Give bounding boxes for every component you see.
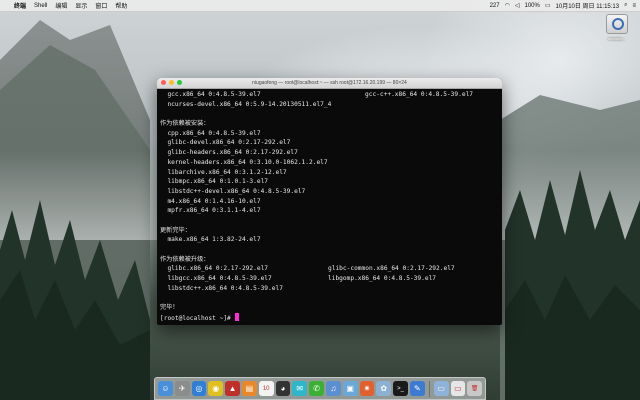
finder-icon[interactable]: ☺: [158, 381, 173, 396]
terminal-icon[interactable]: >_: [393, 381, 408, 396]
terminal-line-text: libgcc.x86_64 0:4.8.5-39.el7: [160, 275, 272, 283]
preview-icon[interactable]: ▣: [342, 381, 358, 396]
terminal-line-text-col2: libgomp.x86_64 0:4.8.5-39.el7: [328, 275, 437, 283]
documents-icon[interactable]: ▭: [450, 381, 466, 396]
qq-icon[interactable]: ◕: [275, 381, 291, 396]
wechat-icon[interactable]: ✆: [309, 381, 324, 396]
safari-icon[interactable]: ◎: [191, 381, 207, 396]
menu-item-help[interactable]: 帮助: [115, 1, 127, 10]
terminal-line: libstdc++-devel.x86_64 0:4.8.5-39.el7: [160, 187, 499, 197]
terminal-line: [root@localhost ~]#: [160, 312, 499, 323]
terminal-line-text: glibc.x86_64 0:2.17-292.el7: [160, 265, 269, 273]
terminal-line-text: gcc.x86_64 0:4.8.5-39.el7: [160, 91, 261, 98]
menu-item-window[interactable]: 窗口: [95, 1, 107, 10]
menu-bar: 终端 Shell 编辑 显示 窗口 帮助 227 ◠ ◁ 100% ▭ 10月1…: [0, 0, 640, 12]
volume-icon[interactable]: ◁: [515, 2, 520, 9]
desktop-drive[interactable]: snowleo...: [602, 14, 632, 41]
terminal-line-text: ncurses-devel.x86_64 0:5.9-14.20130511.e…: [160, 100, 332, 108]
terminal-line-text: libmpc.x86_64 0:1.0.1-3.el7: [160, 178, 269, 186]
dock: ☺ ✈ ◎ ◉ ▲ ▤ 10 ◕ ✉ ✆ ♫ ▣ ✷ ✿ >_ ✎ ▭ ▭ 🗑: [154, 377, 486, 400]
memory-status[interactable]: 227: [490, 3, 500, 9]
spotlight-icon[interactable]: ⌕: [624, 2, 627, 9]
terminal-line: libgcc.x86_64 0:4.8.5-39.el7 libgomp.x86_…: [160, 274, 499, 284]
terminal-line: libstdc++.x86_64 0:4.8.5-39.el7: [160, 284, 499, 294]
terminal-line: mpfr.x86_64 0:3.1.1-4.el7: [160, 206, 499, 216]
terminal-line-text: glibc-headers.x86_64 0:2.17-292.el7: [160, 149, 298, 157]
terminal-line: 作为依赖被安装：: [160, 119, 499, 129]
terminal-line-text: 完毕！: [160, 304, 179, 312]
terminal-line-text: cpp.x86_64 0:4.8.5-39.el7: [160, 129, 261, 137]
terminal-line-text: 作为依赖被升级：: [160, 255, 210, 263]
terminal-line-text: make.x86_64 1:3.82-24.el7: [160, 236, 261, 244]
terminal-line-text: kernel-headers.x86_64 0:3.10.0-1062.1.2.…: [160, 158, 328, 166]
terminal-line-text-col2: glibc-common.x86_64 0:2.17-292.el7: [328, 265, 455, 273]
xcode-icon[interactable]: ✎: [409, 381, 425, 396]
terminal-line: glibc-headers.x86_64 0:2.17-292.el7: [160, 148, 499, 158]
drive-label: snowleo...: [607, 36, 626, 41]
launchpad-icon[interactable]: ✈: [174, 381, 190, 396]
trash-icon[interactable]: 🗑: [467, 381, 483, 396]
terminal-line-text: 作为依赖被安装：: [160, 120, 210, 128]
terminal-line: 完毕！: [160, 303, 499, 313]
terminal-line-text: 更新完毕：: [160, 226, 191, 234]
terminal-line-text: mpfr.x86_64 0:3.1.1-4.el7: [160, 207, 261, 215]
terminal-line-text: m4.x86_64 0:1.4.16-10.el7: [160, 197, 261, 205]
folder-icon[interactable]: ▭: [433, 381, 449, 396]
app-teal-icon[interactable]: ✉: [292, 381, 308, 396]
menu-item-view[interactable]: 显示: [75, 1, 87, 10]
terminal-output[interactable]: gcc.x86_64 0:4.8.5-39.el7 gcc-c++.x86_64 …: [157, 89, 502, 323]
battery-percent[interactable]: 100%: [524, 3, 539, 9]
terminal-line-text: libarchive.x86_64 0:3.1.2-12.el7: [160, 168, 287, 176]
chrome-icon[interactable]: ◉: [208, 381, 224, 396]
terminal-line: gcc.x86_64 0:4.8.5-39.el7 gcc-c++.x86_64 …: [160, 90, 499, 100]
menu-item-edit[interactable]: 编辑: [55, 1, 67, 10]
terminal-window[interactable]: niugaofeng — root@localhost:~ — ssh root…: [157, 78, 502, 325]
terminal-line: libmpc.x86_64 0:1.0.1-3.el7: [160, 177, 499, 187]
terminal-line: cpp.x86_64 0:4.8.5-39.el7: [160, 129, 499, 139]
terminal-cursor: [234, 312, 239, 321]
terminal-line: glibc.x86_64 0:2.17-292.el7 glibc-common.…: [160, 264, 499, 274]
terminal-line: libarchive.x86_64 0:3.1.2-12.el7: [160, 168, 499, 178]
terminal-line: 更新完毕：: [160, 226, 499, 236]
clock[interactable]: 10月10日 周日 11:15:13: [556, 1, 620, 10]
terminal-line-text: glibc-devel.x86_64 0:2.17-292.el7: [160, 139, 291, 147]
menu-item-shell[interactable]: Shell: [34, 3, 47, 9]
terminal-line: ncurses-devel.x86_64 0:5.9-14.20130511.e…: [160, 100, 499, 110]
calendar-icon[interactable]: 10: [258, 381, 274, 396]
ibooks-icon[interactable]: ▤: [241, 381, 257, 396]
terminal-line: glibc-devel.x86_64 0:2.17-292.el7: [160, 138, 499, 148]
wifi-icon[interactable]: ◠: [505, 2, 510, 9]
terminal-line: 作为依赖被升级：: [160, 255, 499, 265]
music-icon[interactable]: ♫: [325, 381, 341, 396]
battery-icon[interactable]: ▭: [545, 2, 551, 9]
app-compass-icon[interactable]: ✷: [359, 381, 375, 396]
menu-item-app[interactable]: 终端: [14, 1, 26, 10]
terminal-line-text: libstdc++.x86_64 0:4.8.5-39.el7: [160, 284, 283, 292]
hard-drive-icon: [606, 14, 628, 34]
photos-icon[interactable]: ✿: [376, 381, 392, 396]
terminal-line-text: [root@localhost ~]#: [160, 314, 235, 322]
notification-center-icon[interactable]: ≡: [632, 3, 636, 9]
window-title: niugaofeng — root@localhost:~ — ssh root…: [252, 80, 407, 86]
terminal-line: kernel-headers.x86_64 0:3.10.0-1062.1.2.…: [160, 158, 499, 168]
dock-separator: [428, 380, 430, 397]
terminal-line: make.x86_64 1:3.82-24.el7: [160, 235, 499, 245]
terminal-line-text-col2: gcc-c++.x86_64 0:4.8.5-39.el7: [365, 91, 474, 98]
terminal-titlebar[interactable]: niugaofeng — root@localhost:~ — ssh root…: [157, 78, 502, 89]
terminal-line: m4.x86_64 0:1.4.16-10.el7: [160, 197, 499, 207]
terminal-line-text: libstdc++-devel.x86_64 0:4.8.5-39.el7: [160, 187, 306, 195]
app-red-icon[interactable]: ▲: [225, 381, 240, 396]
